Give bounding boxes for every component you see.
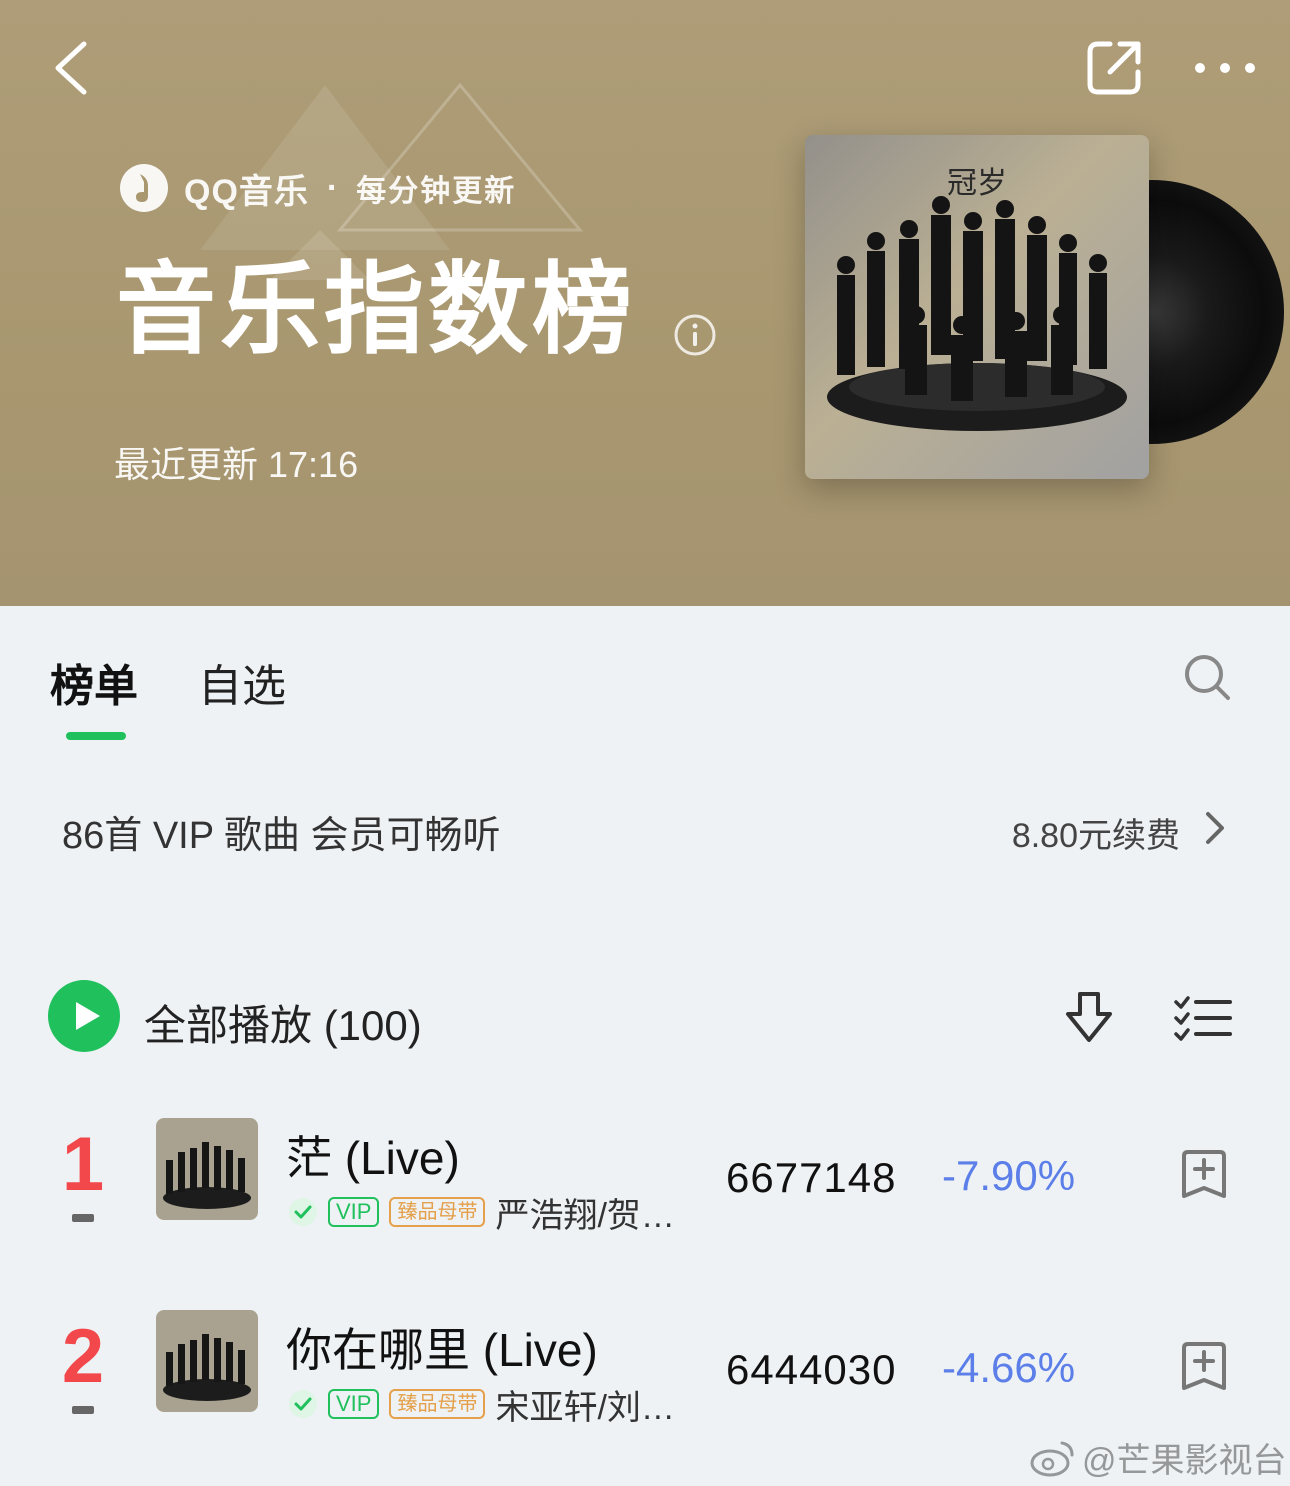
brand-row: QQ音乐 · 每分钟更新 [118, 160, 516, 216]
vip-badge: VIP [328, 1389, 380, 1419]
multi-select-button[interactable] [1174, 994, 1232, 1042]
song-thumbnail [156, 1310, 258, 1412]
master-quality-badge: 臻品母带 [389, 1389, 486, 1419]
rank-unchanged-indicator [72, 1214, 94, 1222]
song-play-count: 6677148 [726, 1154, 897, 1201]
song-rank: 1 [61, 1122, 105, 1207]
search-icon [1185, 655, 1230, 700]
song-play-count: 6444030 [726, 1346, 897, 1393]
tab-custom[interactable]: 自选 [198, 650, 286, 714]
add-to-playlist-icon [1182, 1342, 1226, 1390]
search-button[interactable] [1182, 652, 1232, 702]
chevron-right-icon [1206, 812, 1224, 844]
chart-header: QQ音乐 · 每分钟更新 音乐指数榜 最近更新 17:16 冠岁 [0, 0, 1290, 606]
tab-bar: 榜单 自选 [0, 606, 1290, 756]
downloaded-check-icon [289, 1390, 317, 1418]
weibo-icon [1030, 1441, 1074, 1477]
brand-separator: · [326, 168, 339, 207]
album-cover-title: 冠岁 [947, 166, 1007, 201]
share-button[interactable] [1084, 38, 1144, 98]
last-update-time: 最近更新 17:16 [114, 444, 359, 485]
song-artist: 宋亚轩/刘… [495, 1388, 675, 1427]
album-thumbnail-art [156, 1310, 258, 1412]
play-icon [76, 1002, 100, 1030]
song-meta: VIP 臻品母带 宋亚轩/刘… [288, 1384, 695, 1427]
chart-title: 音乐指数榜 [116, 254, 636, 366]
vip-info-text: 86首 VIP 歌曲 会员可畅听 [62, 815, 501, 857]
album-thumbnail-art [156, 1118, 258, 1220]
chevron-left-icon [55, 41, 87, 95]
song-meta: VIP 臻品母带 严浩翔/贺… [288, 1192, 695, 1235]
info-icon [674, 314, 716, 356]
tab-chart[interactable]: 榜单 [50, 650, 138, 714]
album-cover[interactable]: 冠岁 [805, 135, 1149, 479]
brand-tagline: 每分钟更新 [356, 175, 517, 208]
song-row[interactable]: 1 茫 (Live) VIP 臻品母带 严浩翔/贺… 6677148 -7.90… [0, 1118, 1290, 1258]
vip-banner[interactable]: 86首 VIP 歌曲 会员可畅听 8.80元续费 [0, 790, 1290, 870]
rank-unchanged-indicator [72, 1406, 94, 1414]
song-thumbnail [156, 1118, 258, 1220]
download-icon [1066, 992, 1112, 1042]
share-icon [1087, 41, 1141, 95]
multiselect-icon [1174, 996, 1232, 1041]
more-icon [1195, 63, 1255, 73]
qq-music-logo-icon [120, 164, 168, 212]
vip-renew-link[interactable]: 8.80元续费 [1012, 808, 1180, 857]
song-row[interactable]: 2 你在哪里 (Live) VIP 臻品母带 宋亚轩/刘… 6444030 -4… [0, 1310, 1290, 1450]
active-tab-indicator [66, 732, 126, 740]
more-options-button[interactable] [1192, 52, 1258, 84]
brand-name: QQ音乐 [184, 172, 309, 211]
add-to-playlist-button[interactable] [1178, 1340, 1230, 1396]
song-change-percent: -4.66% [942, 1344, 1076, 1391]
play-all-button[interactable] [48, 980, 120, 1052]
add-to-playlist-icon [1182, 1150, 1226, 1198]
master-quality-badge: 臻品母带 [389, 1197, 486, 1227]
downloaded-check-icon [289, 1198, 317, 1226]
song-rank: 2 [61, 1314, 105, 1399]
song-change-percent: -7.90% [942, 1152, 1076, 1199]
play-all-text: 全部播放 [144, 1002, 313, 1049]
song-title: 你在哪里 (Live) [286, 1324, 598, 1376]
play-all-count: (100) [323, 1002, 422, 1049]
watermark-text: @芒果影视台 [1082, 1441, 1287, 1480]
song-artist: 严浩翔/贺… [495, 1196, 675, 1235]
download-button[interactable] [1062, 990, 1116, 1046]
back-button[interactable] [50, 38, 94, 98]
weibo-watermark: @芒果影视台 [1030, 1432, 1287, 1482]
info-button[interactable] [672, 312, 718, 358]
play-all-row: 全部播放 (100) [0, 978, 1290, 1058]
song-title: 茫 (Live) [286, 1132, 460, 1184]
vip-renew-chevron[interactable] [1200, 808, 1228, 848]
vip-badge: VIP [328, 1197, 380, 1227]
add-to-playlist-button[interactable] [1178, 1148, 1230, 1204]
play-all-label[interactable]: 全部播放 (100) [144, 992, 422, 1053]
album-cover-art: 冠岁 [805, 135, 1149, 479]
